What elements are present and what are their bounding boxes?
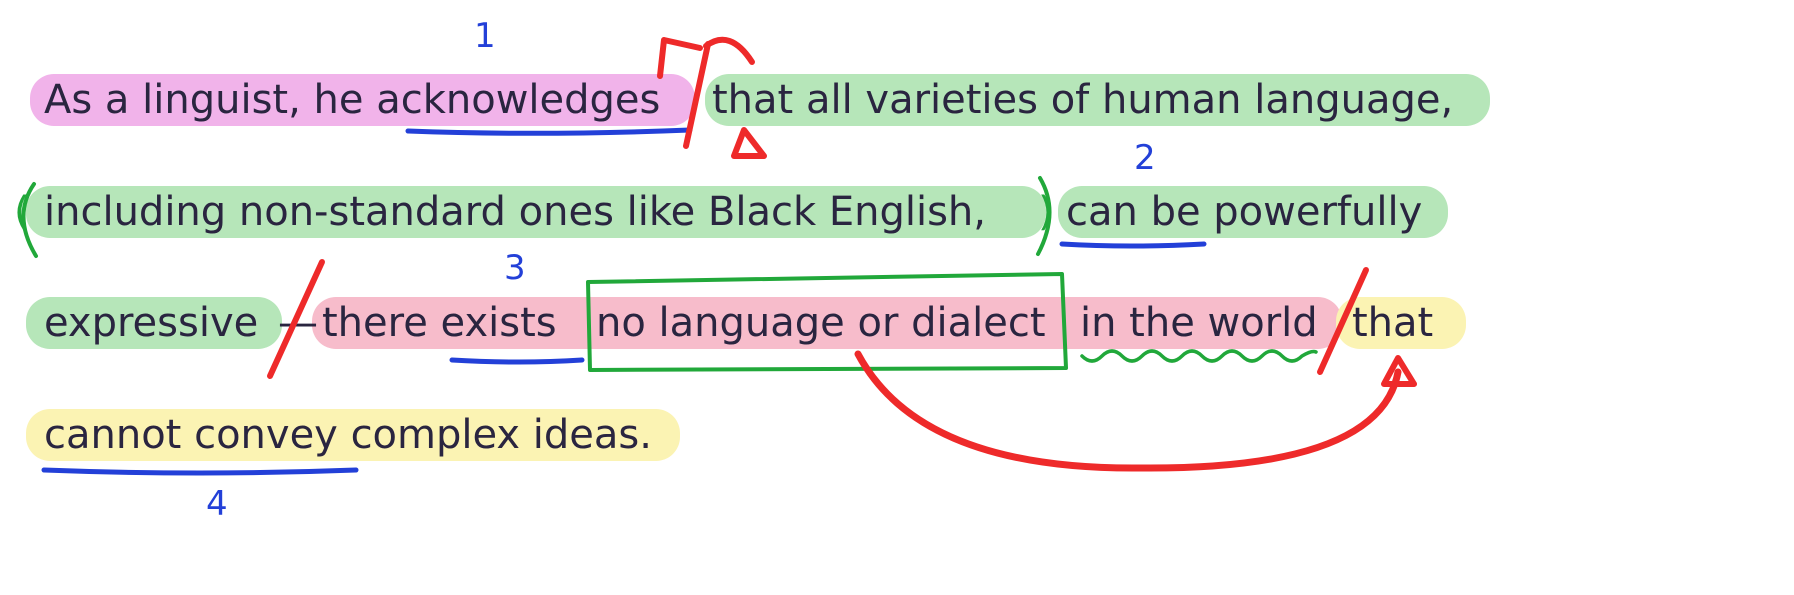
text-cannot-convey: cannot convey complex ideas.	[44, 412, 652, 458]
open-paren: (	[14, 189, 30, 235]
text-no-language-or-dialect: no language or dialect	[596, 300, 1046, 346]
annotation-number-2: 2	[1134, 138, 1156, 178]
text-subject-clause: that all varieties of human language,	[712, 77, 1454, 123]
text-parenthetical: including non-standard ones like Black E…	[44, 189, 986, 235]
underline-acknowledges	[405, 127, 693, 136]
text-in-the-world: in the world	[1080, 300, 1318, 346]
text-main-clause: As a linguist, he acknowledges	[44, 77, 661, 123]
annotation-number-4: 4	[206, 484, 228, 524]
red-curve-arrow-bottom	[854, 350, 1402, 472]
text-there-exists: there exists	[322, 300, 557, 346]
underline-can-be	[1059, 241, 1207, 249]
annotation-number-1: 1	[474, 16, 496, 56]
underline-exists	[449, 357, 585, 365]
underline-cannot-convey	[41, 467, 359, 476]
text-predicate: can be powerfully	[1066, 189, 1423, 235]
annotated-sentence-canvas: As a linguist, he acknowledges that all …	[0, 0, 1794, 595]
text-expressive: expressive	[44, 300, 259, 346]
red-curve-arrow-top	[703, 36, 755, 65]
red-triangle-1	[731, 127, 767, 159]
annotation-number-3: 3	[504, 248, 526, 288]
text-dash: —	[278, 300, 318, 346]
red-triangle-2	[1381, 355, 1417, 387]
red-arrowhead-top	[657, 37, 703, 79]
text-that: that	[1352, 300, 1434, 346]
close-paren: )	[1038, 189, 1054, 235]
